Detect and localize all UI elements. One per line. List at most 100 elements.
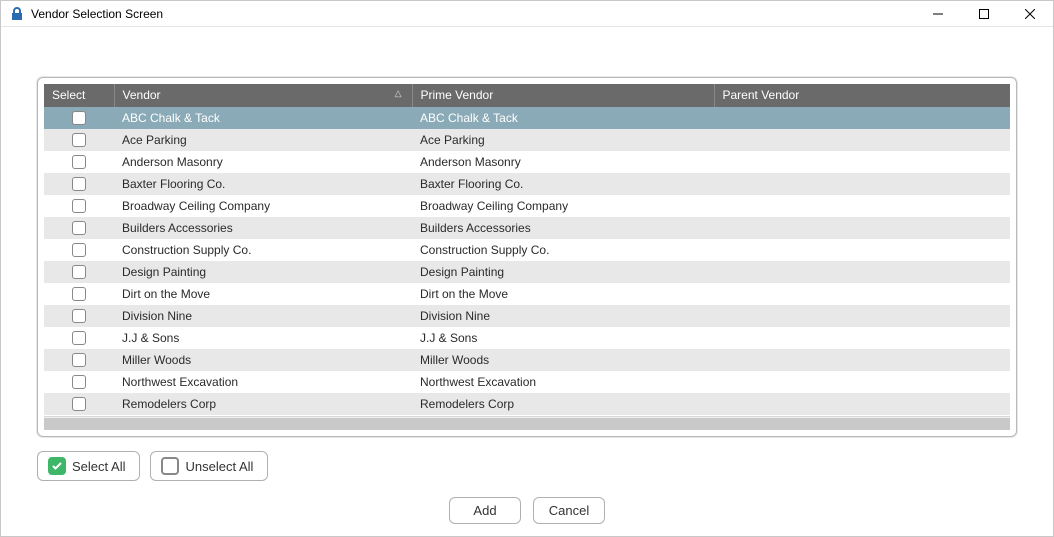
grid-header-row: Select Vendor △ Prime Vendor Parent Vend… (44, 84, 1010, 107)
vendor-cell: J.J & Sons (114, 327, 412, 349)
prime-vendor-cell: Construction Supply Co. (412, 239, 714, 261)
row-checkbox[interactable] (72, 309, 86, 323)
select-all-label: Select All (72, 459, 125, 474)
prime-vendor-cell: Builders Accessories (412, 217, 714, 239)
row-checkbox[interactable] (72, 111, 86, 125)
row-checkbox[interactable] (72, 221, 86, 235)
row-checkbox[interactable] (72, 177, 86, 191)
vendor-cell: Design Painting (114, 261, 412, 283)
cancel-button[interactable]: Cancel (533, 497, 605, 524)
row-checkbox-cell[interactable] (44, 393, 114, 415)
row-checkbox-cell[interactable] (44, 129, 114, 151)
table-row[interactable]: Anderson MasonryAnderson Masonry (44, 151, 1010, 173)
parent-vendor-cell (714, 305, 1010, 327)
col-header-parent-vendor[interactable]: Parent Vendor (714, 84, 1010, 107)
vendor-cell: Remodelers Corp (114, 393, 412, 415)
minimize-button[interactable] (915, 1, 961, 26)
vendor-cell: Dirt on the Move (114, 283, 412, 305)
vendor-cell: Builders Accessories (114, 217, 412, 239)
prime-vendor-cell: Design Painting (412, 261, 714, 283)
table-row[interactable]: Ace ParkingAce Parking (44, 129, 1010, 151)
table-row[interactable]: ABC Chalk & TackABC Chalk & Tack (44, 107, 1010, 129)
prime-vendor-cell: Baxter Flooring Co. (412, 173, 714, 195)
prime-vendor-cell: Division Nine (412, 305, 714, 327)
row-checkbox-cell[interactable] (44, 151, 114, 173)
prime-vendor-cell: J.J & Sons (412, 327, 714, 349)
row-checkbox[interactable] (72, 243, 86, 257)
row-checkbox-cell[interactable] (44, 283, 114, 305)
parent-vendor-cell (714, 261, 1010, 283)
table-row[interactable]: Broadway Ceiling CompanyBroadway Ceiling… (44, 195, 1010, 217)
window-title: Vendor Selection Screen (31, 7, 163, 21)
vendor-grid-panel: Select Vendor △ Prime Vendor Parent Vend… (37, 77, 1017, 437)
row-checkbox-cell[interactable] (44, 371, 114, 393)
row-checkbox[interactable] (72, 287, 86, 301)
unselect-all-label: Unselect All (185, 459, 253, 474)
parent-vendor-cell (714, 283, 1010, 305)
table-row[interactable]: Baxter Flooring Co.Baxter Flooring Co. (44, 173, 1010, 195)
horizontal-scrollbar-thumb[interactable] (44, 418, 1010, 430)
table-row[interactable]: Division NineDivision Nine (44, 305, 1010, 327)
col-header-vendor[interactable]: Vendor △ (114, 84, 412, 107)
table-row[interactable]: Design PaintingDesign Painting (44, 261, 1010, 283)
vendor-cell: Northwest Excavation (114, 371, 412, 393)
client-area: Select Vendor △ Prime Vendor Parent Vend… (1, 27, 1053, 536)
table-row[interactable]: Miller WoodsMiller Woods (44, 349, 1010, 371)
maximize-button[interactable] (961, 1, 1007, 26)
select-all-button[interactable]: Select All (37, 451, 140, 481)
parent-vendor-cell (714, 173, 1010, 195)
row-checkbox[interactable] (72, 265, 86, 279)
parent-vendor-cell (714, 217, 1010, 239)
row-checkbox[interactable] (72, 353, 86, 367)
row-checkbox-cell[interactable] (44, 349, 114, 371)
row-checkbox-cell[interactable] (44, 217, 114, 239)
col-header-prime-vendor[interactable]: Prime Vendor (412, 84, 714, 107)
row-checkbox-cell[interactable] (44, 305, 114, 327)
titlebar: Vendor Selection Screen (1, 1, 1053, 27)
parent-vendor-cell (714, 151, 1010, 173)
row-checkbox-cell[interactable] (44, 173, 114, 195)
row-checkbox[interactable] (72, 199, 86, 213)
prime-vendor-cell: Ace Parking (412, 129, 714, 151)
vendor-cell: Baxter Flooring Co. (114, 173, 412, 195)
vendor-cell: Anderson Masonry (114, 151, 412, 173)
prime-vendor-cell: Broadway Ceiling Company (412, 195, 714, 217)
bulk-select-buttons: Select All Unselect All (37, 451, 1047, 481)
table-row[interactable]: Builders AccessoriesBuilders Accessories (44, 217, 1010, 239)
parent-vendor-cell (714, 195, 1010, 217)
unselect-all-button[interactable]: Unselect All (150, 451, 268, 481)
table-row[interactable]: Dirt on the MoveDirt on the Move (44, 283, 1010, 305)
parent-vendor-cell (714, 349, 1010, 371)
dialog-footer: Add Cancel (7, 481, 1047, 530)
vendor-cell: Broadway Ceiling Company (114, 195, 412, 217)
prime-vendor-cell: Dirt on the Move (412, 283, 714, 305)
add-button[interactable]: Add (449, 497, 521, 524)
table-row[interactable]: Construction Supply Co.Construction Supp… (44, 239, 1010, 261)
row-checkbox-cell[interactable] (44, 239, 114, 261)
parent-vendor-cell (714, 327, 1010, 349)
table-row[interactable]: Remodelers CorpRemodelers Corp (44, 393, 1010, 415)
horizontal-scrollbar[interactable] (44, 416, 1010, 430)
parent-vendor-cell (714, 129, 1010, 151)
close-button[interactable] (1007, 1, 1053, 26)
prime-vendor-cell: ABC Chalk & Tack (412, 107, 714, 129)
vendor-grid: Select Vendor △ Prime Vendor Parent Vend… (44, 84, 1010, 415)
row-checkbox[interactable] (72, 133, 86, 147)
row-checkbox-cell[interactable] (44, 195, 114, 217)
row-checkbox[interactable] (72, 397, 86, 411)
row-checkbox[interactable] (72, 155, 86, 169)
row-checkbox-cell[interactable] (44, 261, 114, 283)
row-checkbox[interactable] (72, 375, 86, 389)
sort-asc-icon: △ (395, 88, 402, 99)
col-header-select[interactable]: Select (44, 84, 114, 107)
row-checkbox[interactable] (72, 331, 86, 345)
row-checkbox-cell[interactable] (44, 107, 114, 129)
table-row[interactable]: Northwest ExcavationNorthwest Excavation (44, 371, 1010, 393)
vendor-cell: Construction Supply Co. (114, 239, 412, 261)
prime-vendor-cell: Northwest Excavation (412, 371, 714, 393)
vendor-grid-scroll[interactable]: Select Vendor △ Prime Vendor Parent Vend… (44, 84, 1010, 416)
row-checkbox-cell[interactable] (44, 327, 114, 349)
vendor-cell: Ace Parking (114, 129, 412, 151)
table-row[interactable]: J.J & SonsJ.J & Sons (44, 327, 1010, 349)
vendor-cell: Miller Woods (114, 349, 412, 371)
